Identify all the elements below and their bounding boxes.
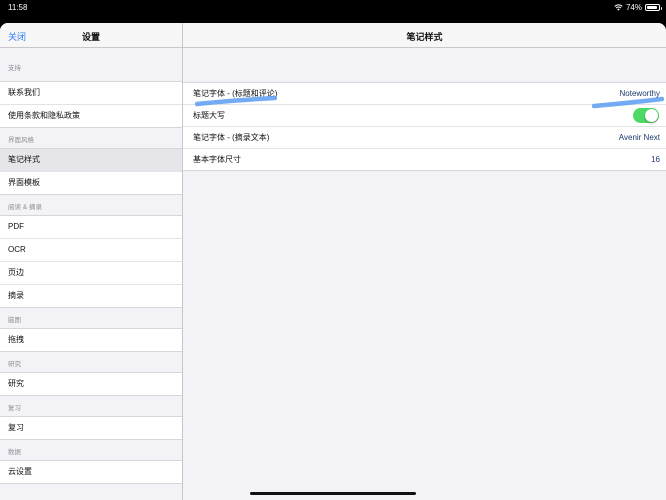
- title-uppercase-label: 标题大写: [193, 111, 225, 120]
- sidebar-item-cloud-settings[interactable]: 云设置: [0, 461, 182, 483]
- status-time: 11:58: [8, 3, 28, 12]
- group-interface: 笔记样式 界面模板: [0, 148, 182, 195]
- group-data: 云设置: [0, 460, 182, 484]
- base-font-size-row[interactable]: 基本字体尺寸 16: [183, 149, 666, 170]
- sidebar-title: 设置: [81, 32, 100, 42]
- section-title-reading: 阅读 & 摘录: [8, 204, 42, 211]
- status-right: 74%: [614, 3, 662, 12]
- group-review: 复习: [0, 416, 182, 440]
- note-font-title-row[interactable]: 笔记字体 - (标题和评论) Noteworthy: [183, 83, 666, 105]
- note-style-settings: 笔记字体 - (标题和评论) Noteworthy 标题大写 笔记字体 - (摘…: [183, 82, 666, 171]
- sidebar-item-contact-us[interactable]: 联系我们: [0, 82, 182, 105]
- toggle-knob: [645, 109, 658, 122]
- sidebar-item-interface-template[interactable]: 界面模板: [0, 172, 182, 194]
- note-font-excerpt-value: Avenir Next: [618, 133, 660, 142]
- sidebar-item-terms-privacy[interactable]: 使用条款和隐私政策: [0, 105, 182, 127]
- section-title-review: 复习: [8, 405, 21, 412]
- settings-sheet: 关闭 设置 支持 联系我们 使用条款和隐私政策 界面风格 笔记样式 界面模板 阅…: [0, 23, 666, 500]
- wifi-icon: [614, 4, 623, 11]
- main-header: 笔记样式: [183, 23, 666, 48]
- base-font-size-label: 基本字体尺寸: [193, 155, 241, 164]
- note-font-title-label: 笔记字体 - (标题和评论): [193, 89, 278, 98]
- status-bar: 11:58 74%: [0, 0, 666, 16]
- sidebar-item-note-style[interactable]: 笔记样式: [0, 149, 182, 172]
- note-font-excerpt-row[interactable]: 笔记字体 - (摘录文本) Avenir Next: [183, 127, 666, 149]
- group-mindmap: 拖拽: [0, 328, 182, 352]
- sidebar-item-ocr[interactable]: OCR: [0, 239, 182, 262]
- battery-percent: 74%: [625, 3, 642, 12]
- section-title-mindmap: 脑图: [8, 317, 21, 324]
- sidebar-item-drag[interactable]: 拖拽: [0, 329, 182, 351]
- battery-icon: [645, 4, 662, 11]
- sidebar-item-pdf[interactable]: PDF: [0, 216, 182, 239]
- sidebar-header: 关闭 设置: [0, 23, 182, 48]
- sidebar-item-review[interactable]: 复习: [0, 417, 182, 439]
- main-title: 笔记样式: [406, 32, 443, 42]
- base-font-size-value: 16: [651, 155, 660, 164]
- section-title-data: 数据: [8, 449, 21, 456]
- sidebar: 关闭 设置 支持 联系我们 使用条款和隐私政策 界面风格 笔记样式 界面模板 阅…: [0, 23, 183, 500]
- main-panel: 笔记样式 笔记字体 - (标题和评论) Noteworthy 标题大写 笔记字体…: [183, 23, 666, 500]
- section-title-research: 研究: [8, 361, 21, 368]
- group-reading: PDF OCR 页边 摘录: [0, 215, 182, 308]
- group-support: 联系我们 使用条款和隐私政策: [0, 81, 182, 128]
- section-title-support: 支持: [8, 65, 21, 72]
- sidebar-item-research[interactable]: 研究: [0, 373, 182, 395]
- title-uppercase-toggle[interactable]: [633, 108, 659, 123]
- note-font-excerpt-label: 笔记字体 - (摘录文本): [193, 133, 270, 142]
- sidebar-item-margin[interactable]: 页边: [0, 262, 182, 285]
- section-title-interface: 界面风格: [8, 137, 34, 144]
- group-research: 研究: [0, 372, 182, 396]
- sidebar-item-excerpt[interactable]: 摘录: [0, 285, 182, 307]
- note-font-title-value: Noteworthy: [619, 89, 660, 98]
- title-uppercase-row: 标题大写: [183, 105, 666, 127]
- home-indicator: [250, 492, 416, 495]
